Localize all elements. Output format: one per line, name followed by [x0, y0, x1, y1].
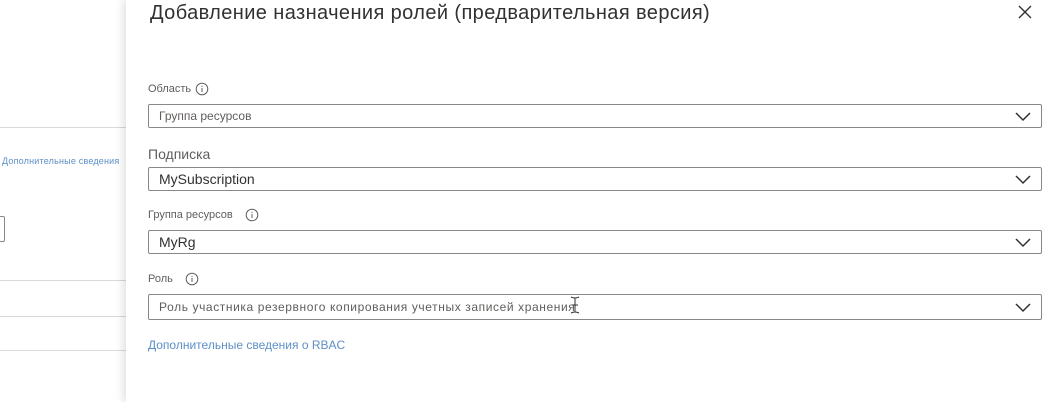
resource-group-value: MyRg — [159, 234, 196, 250]
background-input[interactable] — [0, 216, 5, 242]
scope-value: Группа ресурсов — [159, 109, 252, 123]
subscription-select[interactable]: MySubscription — [148, 167, 1042, 191]
chevron-down-icon — [1015, 173, 1031, 185]
info-icon[interactable] — [245, 208, 259, 222]
divider — [0, 280, 126, 281]
panel-title: Добавление назначения ролей (предварител… — [150, 2, 711, 24]
background-page: Дополнительные сведения — [0, 0, 126, 402]
scope-label-text: Область — [148, 83, 192, 95]
divider — [0, 316, 126, 317]
info-icon[interactable] — [195, 82, 209, 96]
resource-group-select[interactable]: MyRg — [148, 230, 1042, 254]
divider — [0, 127, 126, 128]
scope-label: Область — [148, 82, 209, 96]
rbac-learn-more-link[interactable]: Дополнительные сведения о RBAC — [148, 338, 345, 352]
divider — [0, 350, 126, 351]
subscription-label: Подписка — [148, 146, 210, 162]
info-icon[interactable] — [185, 272, 199, 286]
chevron-down-icon — [1015, 110, 1031, 122]
chevron-down-icon — [1015, 301, 1031, 313]
text-cursor-icon — [569, 296, 581, 314]
role-value: Роль участника резервного копирования уч… — [159, 300, 576, 314]
subscription-label-text: Подписка — [148, 146, 211, 162]
resource-group-label: Группа ресурсов — [148, 208, 259, 222]
role-label: Роль — [148, 272, 199, 286]
learn-more-link[interactable]: Дополнительные сведения — [2, 156, 119, 166]
add-role-assignment-panel: Добавление назначения ролей (предварител… — [126, 0, 1056, 402]
scope-select[interactable]: Группа ресурсов — [148, 104, 1042, 128]
close-button[interactable] — [1016, 3, 1034, 21]
subscription-value: MySubscription — [159, 171, 255, 187]
role-select[interactable]: Роль участника резервного копирования уч… — [148, 294, 1042, 320]
chevron-down-icon — [1015, 236, 1031, 248]
role-label-text: Роль — [148, 273, 173, 285]
close-icon — [1018, 5, 1032, 19]
resource-group-label-text: Группа ресурсов — [148, 209, 233, 221]
